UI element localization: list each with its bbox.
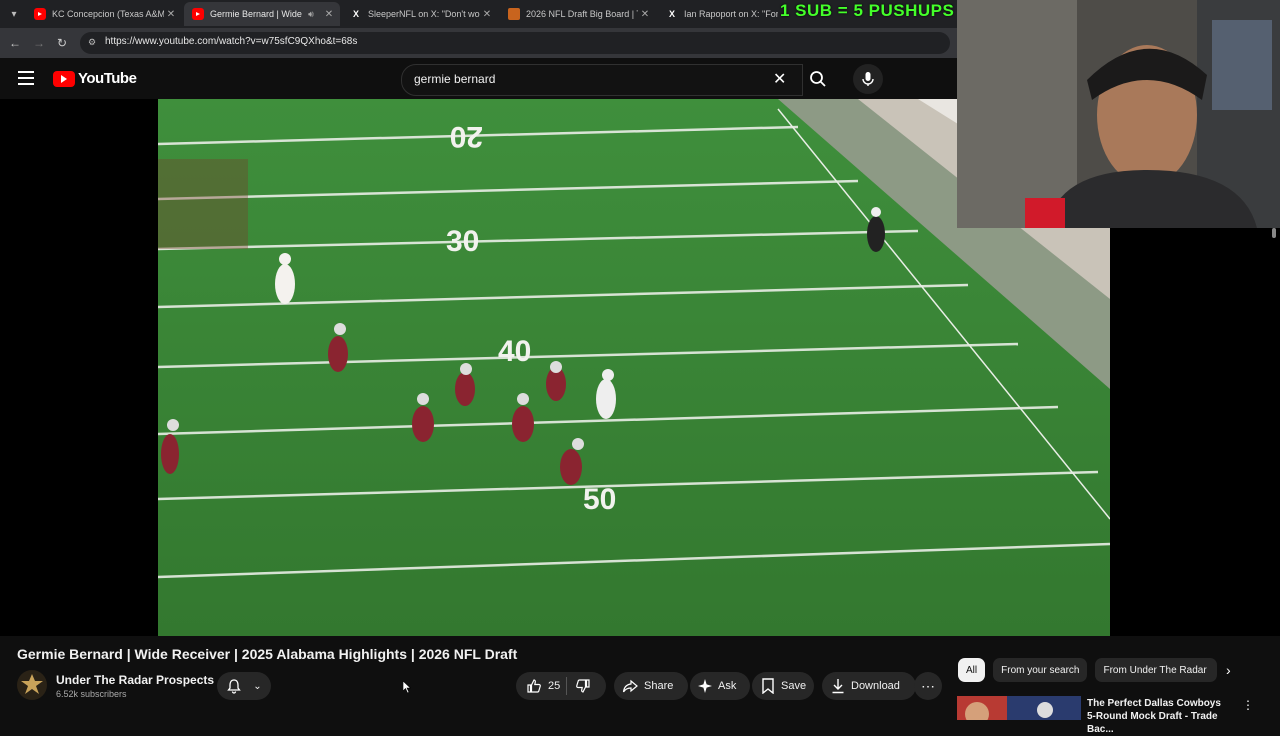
ask-button[interactable]: Ask — [690, 672, 750, 700]
ask-label: Ask — [718, 680, 737, 692]
close-tab-icon[interactable]: ✕ — [480, 9, 494, 20]
youtube-logo[interactable]: YouTube — [53, 70, 137, 87]
bookmark-icon — [761, 678, 775, 694]
browser-tab[interactable]: X SleeperNFL on X: "Don't worry ✕ — [342, 2, 498, 26]
chip-from-channel[interactable]: From Under The Radar — [1095, 658, 1218, 682]
channel-name[interactable]: Under The Radar Prospects — [56, 673, 214, 687]
share-button[interactable]: Share — [614, 672, 688, 700]
thumbnail-image — [957, 696, 1081, 720]
chip-all[interactable]: All — [958, 658, 986, 682]
recommended-video-thumbnail[interactable] — [957, 696, 1081, 720]
youtube-icon — [192, 8, 204, 20]
forward-arrow-icon[interactable]: → — [31, 35, 47, 51]
reload-icon[interactable]: ↻ — [54, 35, 70, 51]
browser-tab[interactable]: 2026 NFL Draft Big Board | Tan ✕ — [500, 2, 656, 26]
youtube-logo-text: YouTube — [78, 70, 137, 87]
close-tab-icon[interactable]: ✕ — [322, 9, 336, 20]
browser-tab-active[interactable]: Germie Bernard | Wide Rece 🔊︎ ✕ — [184, 2, 340, 26]
thumbs-down-icon — [576, 679, 590, 693]
related-chips: All From your search From Under The Rada… — [958, 658, 1225, 682]
like-dislike-group: 25 — [516, 672, 606, 700]
x-icon: X — [352, 9, 359, 19]
chevron-down-icon: ⌄ — [253, 680, 262, 692]
field-number: 50 — [583, 483, 616, 516]
back-arrow-icon[interactable]: ← — [7, 35, 23, 51]
speaker-icon[interactable]: 🔊︎ — [304, 9, 318, 20]
browser-tab[interactable]: KC Concepcion (Texas A&M) II ✕ — [26, 2, 182, 26]
menu-icon[interactable] — [18, 71, 34, 85]
video-title: Germie Bernard | Wide Receiver | 2025 Al… — [17, 646, 518, 662]
search-button[interactable] — [801, 64, 835, 94]
search-input[interactable] — [414, 72, 754, 86]
download-button[interactable]: Download — [822, 672, 916, 700]
stream-overlay-banner: 1 SUB = 5 PUSHUPS — [780, 1, 955, 20]
tab-search-chevron-icon[interactable]: ▾ — [4, 4, 24, 24]
close-tab-icon[interactable]: ✕ — [638, 9, 652, 20]
address-bar: ← → ↻ ⚙︎ https://www.youtube.com/watch?v… — [0, 28, 960, 58]
mouse-cursor-icon — [403, 681, 411, 693]
field-number: 40 — [498, 335, 531, 368]
voice-search-button[interactable] — [853, 64, 883, 94]
clear-search-icon[interactable]: ✕ — [773, 69, 786, 89]
youtube-header: YouTube ✕ — [0, 58, 960, 100]
streamer-webcam-image — [957, 0, 1280, 228]
site-info-icon[interactable]: ⚙︎ — [88, 37, 100, 49]
url-text[interactable]: https://www.youtube.com/watch?v=w75sfC9Q… — [105, 36, 357, 47]
webcam-overlay — [957, 0, 1280, 228]
like-count: 25 — [548, 680, 561, 692]
microphone-icon — [862, 72, 874, 86]
video-letterbox-left — [0, 99, 158, 636]
channel-avatar[interactable] — [17, 670, 47, 700]
youtube-icon — [34, 8, 46, 20]
share-icon — [622, 678, 638, 694]
chip-from-your-search[interactable]: From your search — [993, 658, 1088, 682]
save-button[interactable]: Save — [752, 672, 814, 700]
search-icon — [810, 71, 826, 87]
channel-logo-icon — [21, 674, 43, 694]
youtube-play-icon — [53, 70, 75, 87]
divider — [566, 677, 568, 695]
share-label: Share — [644, 680, 674, 692]
dislike-button[interactable] — [575, 678, 591, 694]
more-actions-button[interactable]: ⋯ — [914, 672, 942, 700]
like-button[interactable] — [526, 678, 542, 694]
scrollbar-thumb[interactable] — [1272, 228, 1276, 238]
sparkle-icon — [698, 679, 712, 693]
search-box[interactable] — [401, 64, 803, 96]
save-label: Save — [781, 680, 807, 692]
video-letterbox-right — [1110, 228, 1280, 636]
field-number: 20 — [450, 120, 483, 153]
thumbs-up-icon — [527, 679, 541, 693]
recommended-video-title[interactable]: The Perfect Dallas Cowboys 5-Round Mock … — [1087, 697, 1227, 736]
notification-bell-button[interactable]: ⌄ — [217, 672, 271, 700]
chevron-right-icon[interactable]: › — [1226, 662, 1231, 678]
bell-icon — [227, 679, 242, 694]
field-number: 30 — [446, 225, 479, 258]
more-vertical-icon[interactable]: ⋮ — [1242, 698, 1254, 712]
browser-tab[interactable]: X Ian Rapoport on X: "Former — [658, 2, 778, 26]
draft-icon — [508, 8, 520, 20]
download-icon — [831, 678, 845, 694]
close-tab-icon[interactable]: ✕ — [164, 9, 178, 20]
more-horizontal-icon: ⋯ — [921, 677, 935, 694]
download-label: Download — [851, 680, 900, 692]
omnibox[interactable]: ⚙︎ https://www.youtube.com/watch?v=w75sf… — [80, 32, 950, 54]
subscriber-count: 6.52k subscribers — [56, 689, 127, 699]
x-icon: X — [668, 9, 675, 19]
